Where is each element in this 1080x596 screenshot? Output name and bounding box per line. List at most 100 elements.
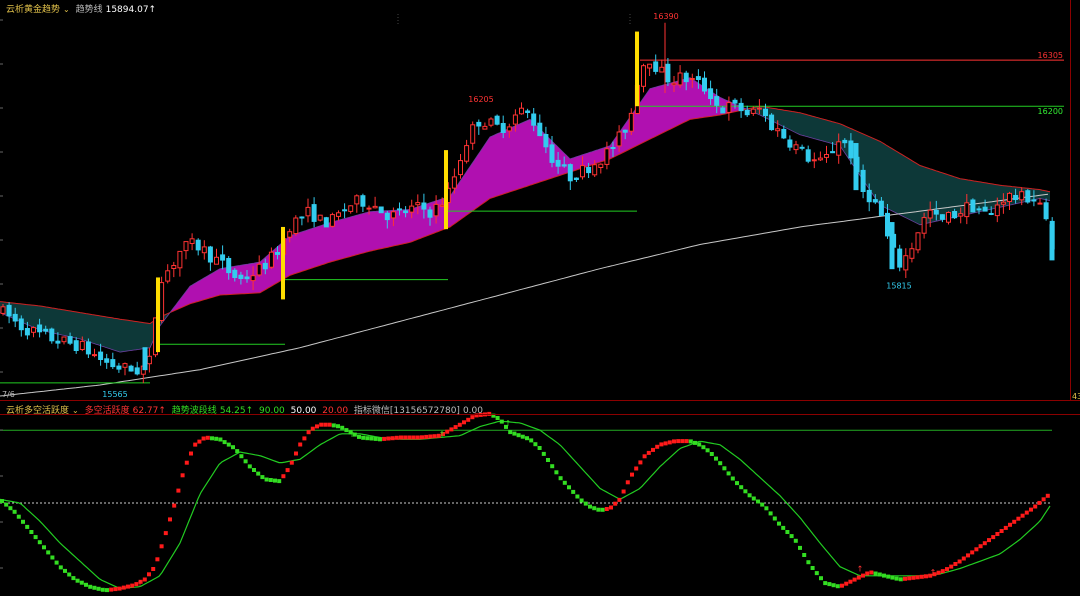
bull-candle[interactable]: [159, 282, 165, 322]
bear-candle[interactable]: [500, 123, 506, 133]
bear-candle[interactable]: [889, 222, 895, 270]
bear-candle[interactable]: [988, 213, 994, 215]
bear-candle[interactable]: [195, 239, 201, 251]
bear-candle[interactable]: [18, 318, 24, 331]
bull-candle[interactable]: [824, 154, 829, 158]
bull-candle[interactable]: [628, 112, 634, 132]
bear-candle[interactable]: [110, 359, 116, 368]
bear-candle[interactable]: [531, 113, 537, 126]
signal-candle[interactable]: [444, 150, 448, 230]
bear-candle[interactable]: [427, 209, 433, 218]
bull-candle[interactable]: [348, 205, 354, 212]
bull-candle[interactable]: [61, 336, 67, 343]
bear-candle[interactable]: [403, 210, 409, 214]
chevron-down-icon[interactable]: ⌄: [72, 406, 79, 415]
bear-candle[interactable]: [622, 129, 628, 133]
bull-candle[interactable]: [171, 265, 177, 269]
bull-candle[interactable]: [580, 165, 585, 178]
bear-candle[interactable]: [6, 304, 12, 317]
bull-candle[interactable]: [189, 238, 195, 245]
bear-candle[interactable]: [397, 208, 402, 211]
bear-candle[interactable]: [275, 252, 280, 255]
bear-candle[interactable]: [695, 76, 701, 80]
bull-candle[interactable]: [909, 248, 915, 259]
bear-candle[interactable]: [384, 212, 390, 221]
bull-candle[interactable]: [482, 125, 488, 130]
bear-candle[interactable]: [232, 269, 238, 278]
bull-candle[interactable]: [439, 204, 445, 207]
bear-candle[interactable]: [244, 276, 250, 280]
bull-candle[interactable]: [726, 102, 732, 113]
bear-candle[interactable]: [262, 262, 268, 270]
bull-candle[interactable]: [214, 256, 219, 265]
bear-candle[interactable]: [586, 166, 592, 174]
bear-candle[interactable]: [842, 139, 848, 144]
bear-candle[interactable]: [866, 189, 872, 203]
bear-candle[interactable]: [714, 96, 720, 106]
bull-candle[interactable]: [964, 202, 970, 218]
bull-candle[interactable]: [793, 144, 799, 151]
bull-candle[interactable]: [671, 82, 677, 86]
bull-candle[interactable]: [811, 159, 817, 162]
bear-candle[interactable]: [933, 209, 939, 215]
bear-candle[interactable]: [238, 274, 244, 280]
bull-candle[interactable]: [506, 126, 512, 132]
bear-candle[interactable]: [226, 258, 232, 274]
bull-candle[interactable]: [750, 108, 756, 114]
bull-candle[interactable]: [592, 164, 598, 176]
bear-candle[interactable]: [732, 99, 738, 104]
bear-candle[interactable]: [1049, 224, 1055, 261]
bull-candle[interactable]: [641, 65, 646, 87]
bull-candle[interactable]: [512, 114, 518, 125]
bear-candle[interactable]: [799, 146, 805, 149]
bear-candle[interactable]: [610, 147, 616, 149]
bear-candle[interactable]: [134, 367, 140, 375]
bull-candle[interactable]: [836, 141, 842, 156]
bear-candle[interactable]: [67, 336, 73, 344]
bear-candle[interactable]: [860, 169, 866, 192]
bear-candle[interactable]: [720, 107, 726, 114]
bull-candle[interactable]: [183, 241, 189, 252]
bear-candle[interactable]: [653, 61, 659, 72]
bear-candle[interactable]: [561, 164, 567, 167]
bull-candle[interactable]: [921, 217, 927, 234]
bear-candle[interactable]: [299, 216, 305, 219]
bear-candle[interactable]: [421, 202, 427, 210]
bear-candle[interactable]: [787, 139, 793, 148]
bear-candle[interactable]: [24, 328, 30, 336]
bear-candle[interactable]: [1013, 195, 1019, 200]
bear-candle[interactable]: [738, 102, 744, 112]
bull-candle[interactable]: [994, 204, 1000, 217]
bull-candle[interactable]: [1037, 202, 1043, 205]
bear-candle[interactable]: [665, 63, 671, 83]
bull-candle[interactable]: [775, 128, 781, 132]
bull-candle[interactable]: [604, 148, 610, 165]
bear-candle[interactable]: [360, 195, 366, 207]
bear-candle[interactable]: [543, 134, 549, 148]
bull-candle[interactable]: [305, 206, 311, 217]
bear-candle[interactable]: [708, 88, 714, 100]
bull-candle[interactable]: [958, 213, 964, 217]
bull-candle[interactable]: [372, 205, 378, 209]
bull-candle[interactable]: [256, 263, 262, 276]
bull-candle[interactable]: [31, 327, 36, 333]
bear-candle[interactable]: [311, 204, 317, 222]
bull-candle[interactable]: [287, 231, 293, 238]
bear-candle[interactable]: [897, 248, 903, 268]
main-indicator-name[interactable]: 云析黄金趋势: [6, 5, 60, 15]
bear-candle[interactable]: [142, 347, 148, 371]
bull-candle[interactable]: [903, 255, 909, 271]
bull-candle[interactable]: [927, 209, 933, 219]
bull-candle[interactable]: [268, 251, 274, 268]
bull-candle[interactable]: [1007, 192, 1012, 202]
bull-candle[interactable]: [458, 160, 463, 176]
bear-candle[interactable]: [702, 77, 707, 92]
bull-candle[interactable]: [366, 207, 372, 210]
bear-candle[interactable]: [220, 254, 226, 261]
bull-candle[interactable]: [488, 118, 494, 126]
bull-candle[interactable]: [616, 131, 622, 147]
bull-candle[interactable]: [1019, 191, 1025, 201]
bear-candle[interactable]: [12, 313, 18, 322]
bear-candle[interactable]: [73, 340, 79, 352]
bear-candle[interactable]: [781, 128, 787, 139]
